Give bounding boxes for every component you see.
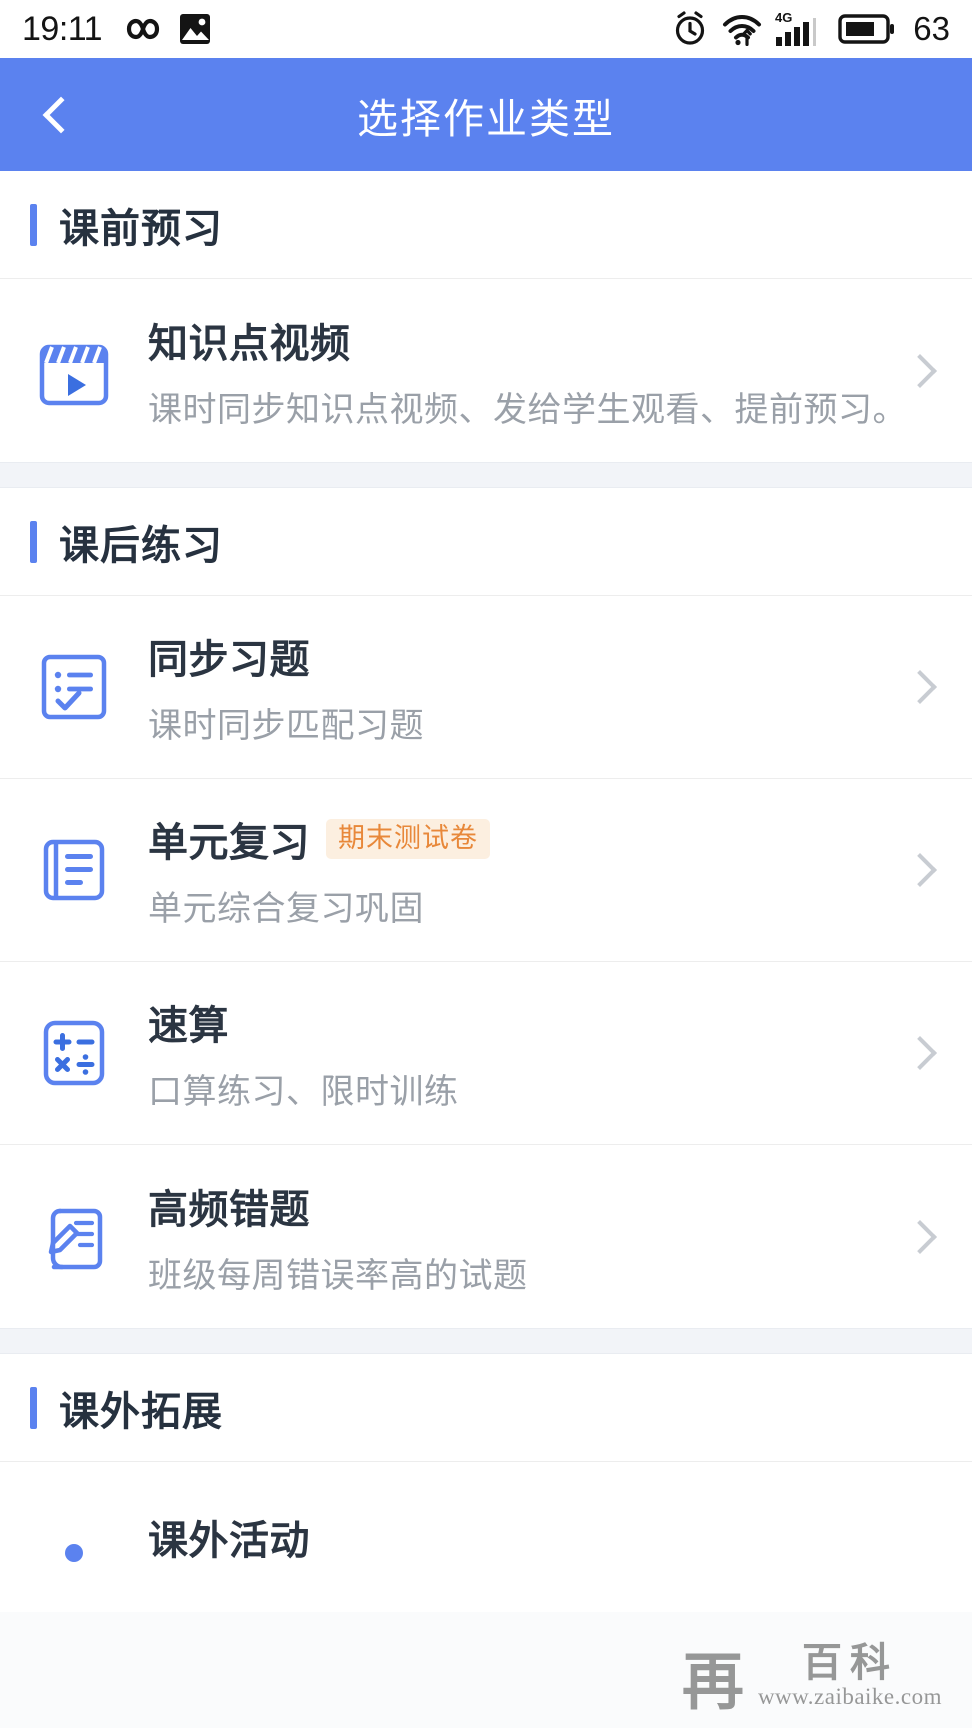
chevron-left-icon xyxy=(42,96,80,133)
section-title: 课前预习 xyxy=(59,206,223,251)
status-time: 19:11 xyxy=(22,9,103,48)
section-extracurricular: 课外拓展 课外活动 xyxy=(0,1354,972,1612)
list-item-title: 高频错题 xyxy=(148,1187,310,1232)
battery-percent: 63 xyxy=(913,10,950,47)
list-item-title: 单元复习 xyxy=(148,821,310,865)
back-button[interactable] xyxy=(22,58,92,171)
list-item-unit-review[interactable]: 单元复习 期末测试卷 单元综合复习巩固 xyxy=(0,779,972,962)
section-header: 课后练习 xyxy=(0,488,972,596)
section-title: 课后练习 xyxy=(59,523,223,568)
list-item-subtitle: 口算练习、限时训练 xyxy=(148,1073,459,1111)
chevron-right-icon xyxy=(903,670,937,704)
signal-icon: 4G xyxy=(775,10,825,48)
scroll-pencil-icon xyxy=(26,1193,122,1281)
list-item-subtitle: 课时同步匹配习题 xyxy=(148,707,424,745)
list-item-title-line: 同步习题 xyxy=(148,627,908,685)
section-header: 课前预习 xyxy=(0,171,972,279)
status-bar-left: 19:11 xyxy=(22,10,212,49)
list-item-subtitle: 课时同步知识点视频、发给学生观看、提前预习。 xyxy=(148,390,907,429)
app-header: 选择作业类型 xyxy=(0,58,972,171)
wifi-icon xyxy=(722,12,762,46)
video-clapperboard-icon xyxy=(26,327,122,415)
watermark-url: www.zaibaike.com xyxy=(757,1684,942,1709)
status-bar-right: 4G 63 xyxy=(671,10,950,48)
list-item-title-line: 课外活动 xyxy=(148,1508,942,1566)
chevron-right-icon xyxy=(903,1219,937,1254)
list-item-sync-exercises[interactable]: 同步习题 课时同步匹配习题 xyxy=(0,596,972,779)
list-item-subtitle: 班级每周错误率高的试题 xyxy=(148,1256,528,1295)
list-item-title: 速算 xyxy=(148,1004,229,1048)
list-item-text: 单元复习 期末测试卷 单元综合复习巩固 xyxy=(122,810,908,930)
chevron-right-icon xyxy=(903,1036,937,1070)
list-item-title: 知识点视频 xyxy=(148,321,351,366)
battery-icon xyxy=(838,12,896,46)
list-item-title: 同步习题 xyxy=(148,638,310,682)
chevron-right-icon xyxy=(903,853,937,887)
list-item-frequent-mistakes[interactable]: 高频错题 班级每周错误率高的试题 xyxy=(0,1145,972,1328)
list-item-extracurricular-activity[interactable]: 课外活动 xyxy=(0,1462,972,1612)
list-item-title-line: 单元复习 期末测试卷 xyxy=(148,810,908,868)
watermark-logo: 再 xyxy=(681,1645,744,1719)
checklist-icon xyxy=(26,643,122,731)
status-badge: 期末测试卷 xyxy=(326,819,490,859)
calculator-icon xyxy=(26,1009,122,1097)
chevron-right-icon xyxy=(903,353,937,388)
section-pre-class: 课前预习 知识点视频 课时同步知识点视频、发给学生观看、提前预习。 xyxy=(0,171,972,462)
infinity-icon xyxy=(118,14,162,44)
list-item-subtitle: 单元综合复习巩固 xyxy=(148,890,424,928)
watermark: 再 百科 www.zaibaike.com xyxy=(681,1642,942,1719)
list-item-title-line: 速算 xyxy=(148,993,908,1051)
list-item-title: 课外活动 xyxy=(148,1519,310,1563)
watermark-name: 百科 xyxy=(801,1641,898,1685)
list-item-text: 课外活动 xyxy=(122,1508,942,1566)
list-item-title-line: 高频错题 xyxy=(148,1177,908,1235)
list-item-knowledge-video[interactable]: 知识点视频 课时同步知识点视频、发给学生观看、提前预习。 xyxy=(0,279,972,462)
list-item-title-line: 知识点视频 xyxy=(148,311,908,369)
activity-icon xyxy=(26,1507,122,1567)
list-item-text: 同步习题 课时同步匹配习题 xyxy=(122,627,908,747)
section-accent-bar xyxy=(30,203,37,246)
section-divider xyxy=(0,462,972,488)
section-after-class: 课后练习 同步习题 课时同步匹配习题 单元复习 期末测试卷 单元综合复习巩固 速… xyxy=(0,488,972,1328)
section-title: 课外拓展 xyxy=(59,1389,223,1434)
section-accent-bar xyxy=(30,1386,37,1429)
section-divider xyxy=(0,1328,972,1354)
list-item-text: 知识点视频 课时同步知识点视频、发给学生观看、提前预习。 xyxy=(122,311,908,431)
book-icon xyxy=(26,826,122,914)
section-header: 课外拓展 xyxy=(0,1354,972,1462)
list-item-text: 高频错题 班级每周错误率高的试题 xyxy=(122,1177,908,1297)
section-accent-bar xyxy=(30,520,37,563)
watermark-text: 百科 www.zaibaike.com xyxy=(758,1642,942,1710)
alarm-icon xyxy=(671,10,709,48)
list-item-quick-calculation[interactable]: 速算 口算练习、限时训练 xyxy=(0,962,972,1145)
phone-screen: 19:11 4G 63 选择作业类型 课前预习 知识点视频 课时同步知识点视频、… xyxy=(0,0,972,1728)
status-bar: 19:11 4G 63 xyxy=(0,0,972,58)
list-item-text: 速算 口算练习、限时训练 xyxy=(122,993,908,1113)
network-type-label: 4G xyxy=(775,10,792,25)
page-title: 选择作业类型 xyxy=(357,95,615,142)
image-icon xyxy=(178,12,212,46)
